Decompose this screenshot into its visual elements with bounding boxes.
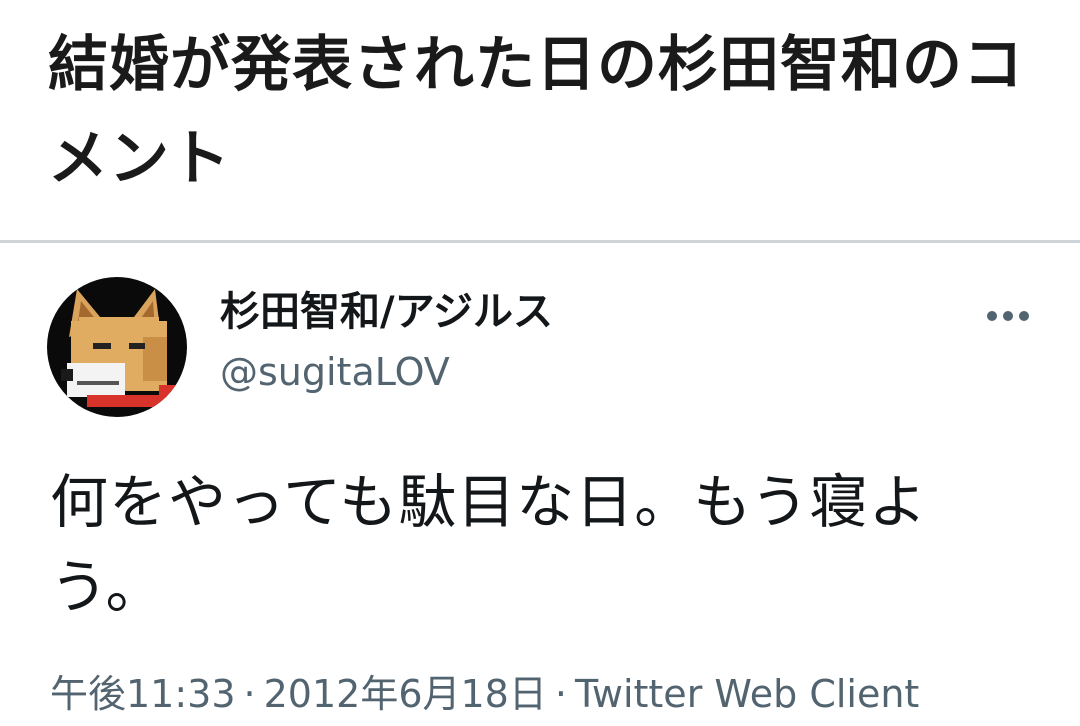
more-options-button[interactable]: [976, 296, 1040, 336]
author-handle[interactable]: @sugitaLOV: [220, 344, 450, 400]
author-display-name[interactable]: 杉田智和/アジルス: [220, 282, 553, 342]
tweet-meta: 午後11:33 · 2012年6月18日 · Twitter Web Client: [50, 664, 919, 724]
tweet-time[interactable]: 午後11:33: [50, 672, 236, 716]
divider: [0, 240, 1080, 243]
meta-separator: ·: [243, 672, 256, 716]
more-horizontal-icon: [987, 311, 1029, 321]
tweet-date[interactable]: 2012年6月18日: [264, 672, 547, 716]
meta-separator: ·: [554, 672, 567, 716]
tweet-source[interactable]: Twitter Web Client: [575, 672, 919, 716]
avatar[interactable]: [47, 277, 187, 417]
article-headline: 結婚が発表された日の杉田智和のコメント: [48, 30, 1024, 194]
pixel-dog-avatar-icon: [47, 277, 187, 417]
tweet-text: 何をやっても駄目な日。もう寝よう。: [50, 468, 928, 621]
